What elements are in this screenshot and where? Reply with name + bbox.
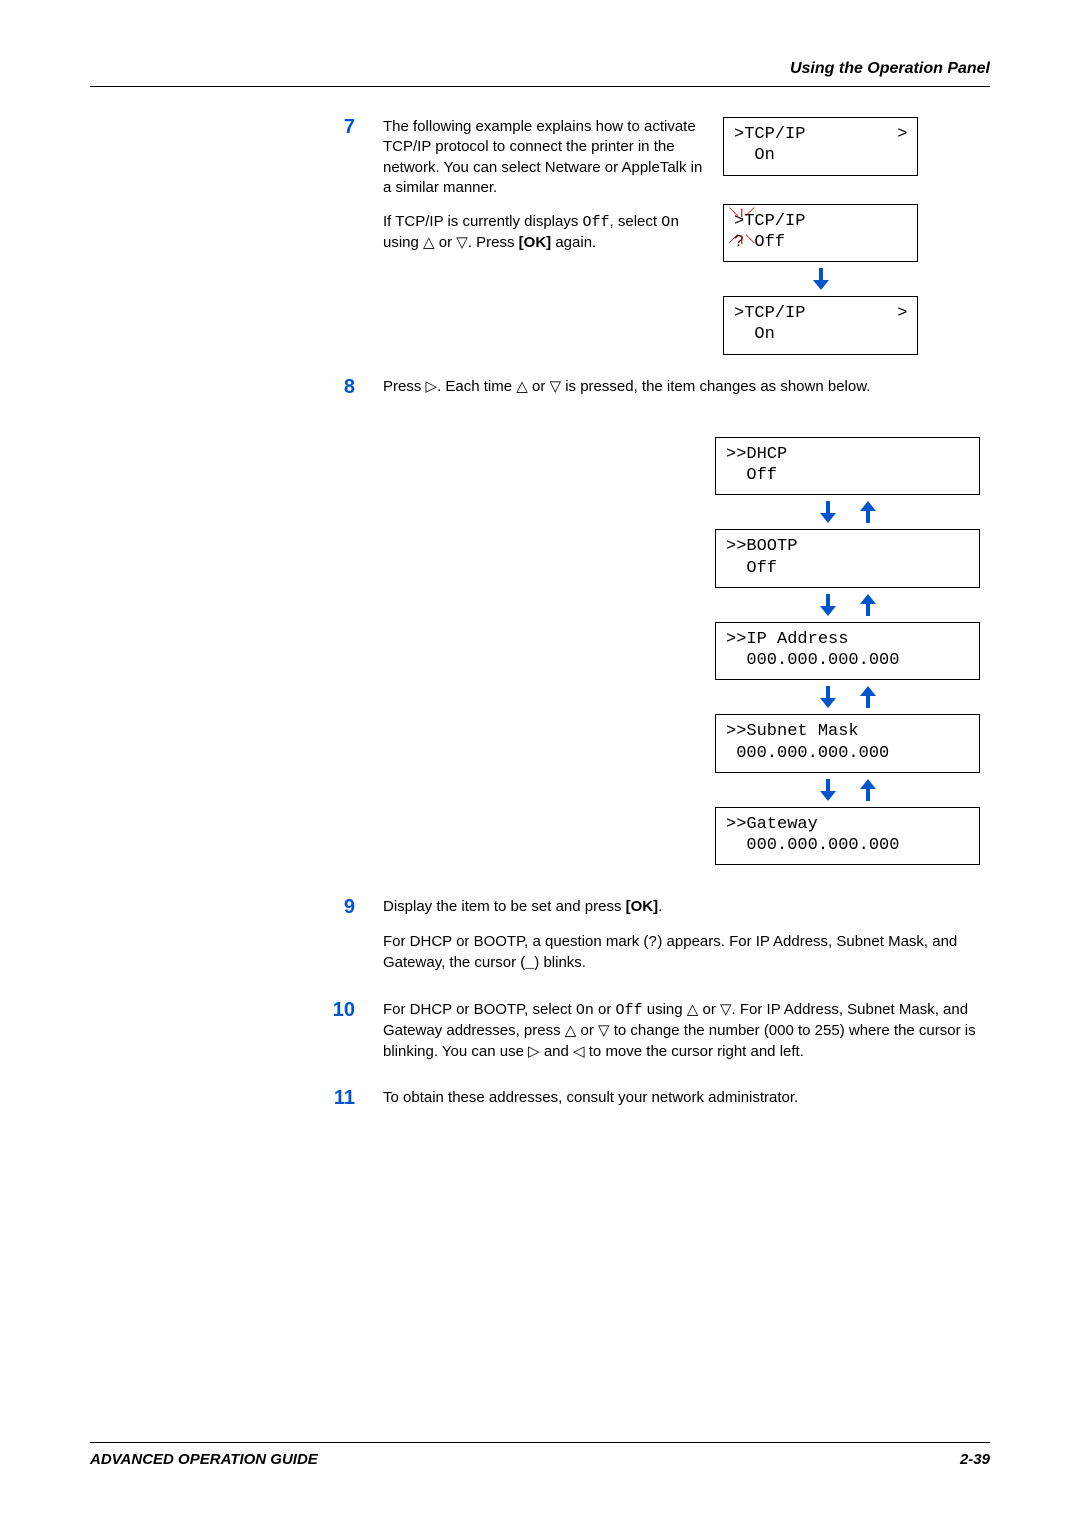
- arrow-down-icon: [818, 779, 838, 801]
- step9-para2: For DHCP or BOOTP, a question mark (?) a…: [383, 932, 990, 975]
- step-text: Display the item to be set and press [OK…: [383, 895, 990, 988]
- arrow-down-icon: [818, 686, 838, 708]
- lcd-display: >>BOOTP Off: [715, 529, 980, 588]
- step-7: 7 The following example explains how to …: [305, 115, 990, 355]
- step7-left: The following example explains how to ac…: [383, 117, 703, 268]
- arrow-updown: [715, 680, 980, 714]
- body-area: 7 The following example explains how to …: [305, 115, 990, 1345]
- step7-para1: The following example explains how to ac…: [383, 117, 703, 198]
- arrow-updown: [715, 588, 980, 622]
- triangle-down-icon: [598, 1022, 610, 1039]
- triangle-left-icon: [573, 1043, 585, 1060]
- triangle-down-icon: [456, 234, 468, 251]
- step-text: For DHCP or BOOTP, select On or Off usin…: [383, 998, 990, 1076]
- step8-para: Press . Each time or is pressed, the ite…: [383, 377, 990, 397]
- step-text: The following example explains how to ac…: [383, 115, 990, 355]
- triangle-down-icon: [720, 1001, 732, 1018]
- arrow-down: [723, 262, 918, 296]
- step-text: To obtain these addresses, consult your …: [383, 1086, 990, 1122]
- step-10: 10 For DHCP or BOOTP, select On or Off u…: [305, 998, 990, 1076]
- lcd-display: >>Gateway 000.000.000.000: [715, 807, 980, 866]
- step7-right: >TCP/IP > On >TCP/IP ? Off ＼ | ／ ／ | ＼ >…: [723, 117, 918, 355]
- arrow-down-icon: [811, 268, 831, 290]
- lcd-display: >>Subnet Mask 000.000.000.000: [715, 714, 980, 773]
- lcd-display: >TCP/IP > On: [723, 117, 918, 176]
- step-number: 10: [305, 998, 383, 1022]
- footer: ADVANCED OPERATION GUIDE 2-39: [90, 1442, 990, 1468]
- step10-para: For DHCP or BOOTP, select On or Off usin…: [383, 1000, 990, 1062]
- footer-left: ADVANCED OPERATION GUIDE: [90, 1451, 318, 1468]
- step-text: Press . Each time or is pressed, the ite…: [383, 375, 990, 411]
- arrow-up-icon: [858, 779, 878, 801]
- triangle-up-icon: [516, 378, 528, 395]
- step7-row: The following example explains how to ac…: [383, 117, 990, 355]
- arrow-up-icon: [858, 686, 878, 708]
- triangle-up-icon: [565, 1022, 577, 1039]
- triangle-right-icon: [426, 378, 438, 395]
- step7-para2: If TCP/IP is currently displays Off, sel…: [383, 212, 703, 254]
- lcd-display: >>IP Address 000.000.000.000: [715, 622, 980, 681]
- header-area: Using the Operation Panel: [90, 60, 990, 87]
- arrow-down-icon: [818, 594, 838, 616]
- lcd-display: >>DHCP Off: [715, 437, 980, 496]
- section-title: Using the Operation Panel: [90, 60, 990, 78]
- lcd-display: >TCP/IP ? Off: [723, 204, 918, 263]
- step-9: 9 Display the item to be set and press […: [305, 895, 990, 988]
- page: Using the Operation Panel 7 The followin…: [0, 0, 1080, 1528]
- arrow-down-icon: [818, 501, 838, 523]
- triangle-up-icon: [423, 234, 435, 251]
- step-8: 8 Press . Each time or is pressed, the i…: [305, 375, 990, 411]
- triangle-right-icon: [528, 1043, 540, 1060]
- triangle-up-icon: [687, 1001, 699, 1018]
- step11-para: To obtain these addresses, consult your …: [383, 1088, 990, 1108]
- step9-para1: Display the item to be set and press [OK…: [383, 897, 990, 917]
- arrow-up-icon: [858, 594, 878, 616]
- arrow-updown: [715, 495, 980, 529]
- footer-right: 2-39: [960, 1451, 990, 1468]
- arrow-updown: [715, 773, 980, 807]
- lcd-display: >TCP/IP > On: [723, 296, 918, 355]
- step-number: 8: [305, 375, 383, 399]
- step-number: 11: [305, 1086, 383, 1110]
- arrow-up-icon: [858, 501, 878, 523]
- step-11: 11 To obtain these addresses, consult yo…: [305, 1086, 990, 1122]
- triangle-down-icon: [550, 378, 562, 395]
- step-number: 9: [305, 895, 383, 919]
- step-number: 7: [305, 115, 383, 139]
- step8-lcd-stack: >>DHCP Off >>BOOTP Off >>IP Address 000.…: [715, 437, 980, 866]
